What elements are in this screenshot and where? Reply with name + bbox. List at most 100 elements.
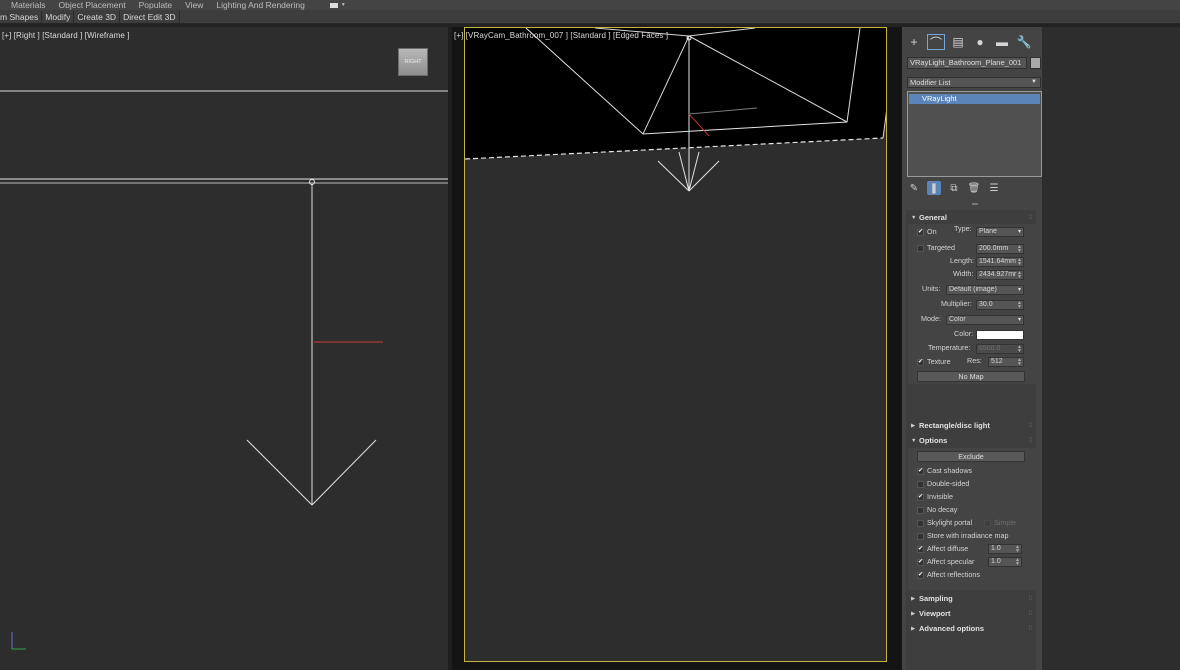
res-value: 512 (991, 358, 1003, 365)
store-irradiance-checkbox[interactable] (917, 533, 924, 540)
configure-sets-icon[interactable]: ☰ (987, 181, 1001, 195)
motion-tab-icon[interactable]: ● (972, 35, 988, 49)
rollout-viewport-header[interactable]: ▶ Viewport ⁞⁞ (908, 608, 1036, 620)
modify-tab-icon[interactable]: ⌒ (927, 34, 945, 50)
menu-view[interactable]: View (185, 0, 203, 10)
multiplier-field[interactable]: 30.0 ▲ ▼ (976, 300, 1024, 310)
temperature-field[interactable]: 6500.0 ▲ ▼ (976, 344, 1024, 354)
affect-diffuse-field[interactable]: 1.0 ▲ ▼ (988, 544, 1022, 554)
spinner-icon[interactable]: ▲ ▼ (1017, 345, 1022, 353)
create-tab-icon[interactable]: + (906, 35, 922, 49)
no-map-button[interactable]: No Map (917, 371, 1025, 382)
stack-toolbar: ✎ ❚ ⧉ 🗑 ☰ (907, 181, 1001, 195)
panel-resize-handle[interactable] (972, 203, 978, 205)
camera-icon[interactable] (329, 2, 338, 8)
targeted-distance-field[interactable]: 200.0mm ▲ ▼ (976, 244, 1024, 254)
menu-lighting-and-rendering[interactable]: Lighting And Rendering (216, 0, 304, 10)
no-decay-label: No decay (927, 505, 958, 514)
units-dropdown[interactable]: Default (image) ▾ (946, 285, 1024, 295)
spinner-icon[interactable]: ▲ ▼ (1017, 271, 1022, 279)
temperature-value: 6500.0 (979, 345, 1001, 352)
affect-reflections-checkbox[interactable]: ✔ (917, 572, 924, 579)
spinner-icon[interactable]: ▲ ▼ (1015, 558, 1020, 566)
spinner-icon[interactable]: ▲ ▼ (1017, 301, 1022, 309)
spinner-icon[interactable]: ▲ ▼ (1017, 258, 1022, 266)
exclude-button[interactable]: Exclude (917, 451, 1025, 462)
type-value: Plane (979, 228, 997, 235)
ribbon-tab-direct-edit-3d[interactable]: Direct Edit 3D (120, 10, 180, 23)
res-label: Res: (967, 356, 982, 365)
modifier-list-dropdown[interactable]: Modifier List ▼ (907, 77, 1041, 88)
rollout-sampling-header[interactable]: ▶ Sampling ⁞⁞ (908, 593, 1036, 605)
command-panel: + ⌒ ▤ ● ▬ 🔧 VRayLight_Bathroom_Plane_001… (902, 27, 1180, 670)
utilities-tab-icon[interactable]: 🔧 (1016, 35, 1032, 49)
menu-object-placement[interactable]: Object Placement (58, 0, 125, 10)
grip-icon: ⁞⁞ (1028, 596, 1032, 602)
affect-specular-value: 1.0 (991, 558, 1001, 565)
show-end-result-icon[interactable]: ❚ (927, 181, 941, 195)
ribbon-tab-shapes[interactable]: m Shapes (0, 10, 43, 23)
viewport-right[interactable]: [+] [Right ] [Standard ] [Wireframe ] RI… (0, 27, 448, 670)
modifier-list-label: Modifier List (910, 78, 951, 87)
multiplier-label: Multiplier: (941, 299, 972, 308)
units-label: Units: (922, 284, 941, 293)
invisible-checkbox[interactable]: ✔ (917, 494, 924, 501)
menu-populate[interactable]: Populate (139, 0, 173, 10)
cast-shadows-label: Cast shadows (927, 466, 973, 475)
display-tab-icon[interactable]: ▬ (994, 35, 1010, 49)
stack-item-vraylight[interactable]: VRayLight (909, 94, 1040, 104)
width-label: Width: (953, 269, 974, 278)
skylight-portal-checkbox[interactable] (917, 520, 924, 527)
mode-dropdown[interactable]: Color ▾ (946, 315, 1024, 325)
affect-diffuse-label: Affect diffuse (927, 544, 969, 553)
rollout-options-header[interactable]: ▼ Options ⁞⁞ (908, 435, 1036, 447)
width-field[interactable]: 2434.927mr ▲ ▼ (976, 270, 1024, 280)
rollout-options-body: Exclude ✔ Cast shadows Double-sided ✔ In… (908, 448, 1036, 590)
make-unique-icon[interactable]: ⧉ (947, 181, 961, 195)
mode-value: Color (949, 316, 966, 323)
grip-icon: ⁞⁞ (1028, 423, 1032, 429)
ribbon-tabs: m Shapes Modify Create 3D Direct Edit 3D (0, 10, 1180, 24)
expand-arrow-icon: ▶ (911, 611, 916, 617)
double-sided-checkbox[interactable] (917, 481, 924, 488)
chevron-down-icon: ▼ (1031, 79, 1037, 85)
affect-diffuse-checkbox[interactable]: ✔ (917, 546, 924, 553)
type-dropdown[interactable]: Plane ▾ (976, 227, 1024, 237)
type-label: Type: (954, 224, 972, 233)
length-field[interactable]: 1541.64mm ▲ ▼ (976, 257, 1024, 267)
spinner-icon[interactable]: ▲ ▼ (1015, 545, 1020, 553)
hierarchy-tab-icon[interactable]: ▤ (950, 35, 966, 49)
affect-specular-checkbox[interactable]: ✔ (917, 559, 924, 566)
viewport-label[interactable]: [+] [VRayCam_Bathroom_007 ] [Standard ] … (454, 31, 668, 40)
modifier-stack[interactable]: VRayLight (907, 91, 1042, 177)
skylight-portal-label: Skylight portal (927, 518, 973, 527)
rollout-general-header[interactable]: ▼ General ⁞⁞ (908, 212, 1036, 224)
simple-checkbox[interactable] (984, 520, 991, 527)
res-field[interactable]: 512 ▲ ▼ (988, 357, 1024, 367)
chevron-down-icon: ▾ (1017, 317, 1021, 323)
spinner-icon[interactable]: ▲ ▼ (1017, 358, 1022, 366)
chevron-down-icon[interactable]: ▼ (341, 2, 346, 8)
cast-shadows-checkbox[interactable]: ✔ (917, 468, 924, 475)
spinner-icon[interactable]: ▲ ▼ (1017, 245, 1022, 253)
pin-stack-icon[interactable]: ✎ (907, 181, 921, 195)
object-name-field[interactable]: VRayLight_Bathroom_Plane_001 (907, 57, 1027, 69)
affect-specular-field[interactable]: 1.0 ▲ ▼ (988, 557, 1022, 567)
texture-checkbox[interactable]: ✔ (917, 359, 924, 366)
chevron-down-icon: ▾ (1017, 287, 1021, 293)
object-color-swatch[interactable] (1030, 57, 1041, 69)
remove-modifier-icon[interactable]: 🗑 (967, 181, 981, 195)
affect-specular-label: Affect specular (927, 557, 975, 566)
on-checkbox[interactable]: ✔ (917, 229, 924, 236)
targeted-checkbox[interactable] (917, 245, 924, 252)
ribbon-tab-modify[interactable]: Modify (42, 10, 75, 23)
no-decay-checkbox[interactable] (917, 507, 924, 514)
rollout-advanced-header[interactable]: ▶ Advanced options ⁞⁞ (908, 623, 1036, 635)
texture-label: Texture (927, 357, 951, 366)
ribbon-tab-create-3d[interactable]: Create 3D (74, 10, 121, 23)
axis-gizmo (11, 632, 26, 650)
menu-materials[interactable]: Materials (11, 0, 45, 10)
light-color-swatch[interactable] (976, 330, 1024, 340)
rollout-rect-disc-header[interactable]: ▶ Rectangle/disc light ⁞⁞ (908, 420, 1036, 432)
viewport-camera[interactable]: [+] [VRayCam_Bathroom_007 ] [Standard ] … (452, 27, 902, 670)
